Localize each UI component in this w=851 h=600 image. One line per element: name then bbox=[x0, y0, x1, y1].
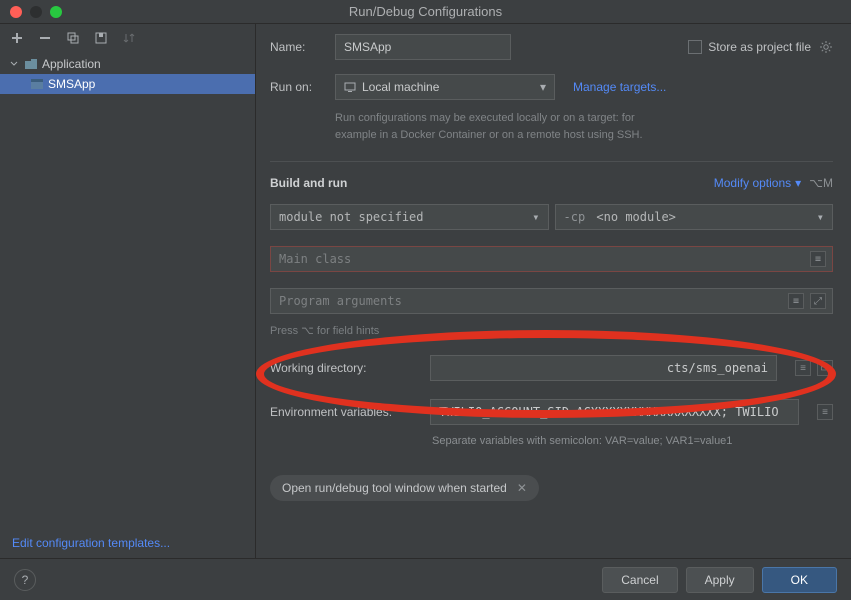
titlebar: Run/Debug Configurations bbox=[0, 0, 851, 24]
classpath-select[interactable]: -cp <no module> ▾ bbox=[555, 204, 834, 230]
program-args-field[interactable]: Program arguments ≡ ⤢ bbox=[270, 288, 833, 314]
sort-icon[interactable] bbox=[122, 31, 136, 45]
copy-icon[interactable] bbox=[66, 31, 80, 45]
modify-options-link[interactable]: Modify options ▾ bbox=[714, 176, 801, 190]
sidebar-bottom: Edit configuration templates... bbox=[0, 528, 255, 558]
folder-icon[interactable]: ▭ bbox=[817, 360, 833, 376]
bottom-bar: ? Cancel Apply OK bbox=[0, 558, 851, 600]
sidebar: Application SMSApp Edit configuration te… bbox=[0, 24, 256, 558]
add-icon[interactable] bbox=[10, 31, 24, 45]
chevron-down-icon: ▾ bbox=[532, 210, 539, 224]
working-dir-row: Working directory: cts/sms_openai ≡ ▭ bbox=[270, 355, 833, 381]
dialog-body: Application SMSApp Edit configuration te… bbox=[0, 24, 851, 558]
help-button[interactable]: ? bbox=[14, 569, 36, 591]
name-value: SMSApp bbox=[344, 40, 391, 54]
expand-icon[interactable]: ⤢ bbox=[810, 293, 826, 309]
divider bbox=[270, 161, 833, 162]
cancel-label: Cancel bbox=[621, 573, 658, 587]
config-tree: Application SMSApp bbox=[0, 52, 255, 528]
open-tool-window-chip[interactable]: Open run/debug tool window when started … bbox=[270, 475, 539, 501]
list-icon[interactable]: ≡ bbox=[810, 251, 826, 267]
run-on-help: Run configurations may be executed local… bbox=[335, 110, 833, 143]
store-project-file-checkbox[interactable]: Store as project file bbox=[688, 40, 833, 54]
ok-label: OK bbox=[791, 573, 808, 587]
build-run-title: Build and run bbox=[270, 176, 347, 190]
machine-icon bbox=[344, 81, 356, 93]
chevron-down-icon: ▾ bbox=[817, 210, 824, 224]
tree-item-smsapp[interactable]: SMSApp bbox=[0, 74, 255, 94]
modify-shortcut: ⌥M bbox=[809, 176, 833, 190]
chevron-down-icon: ▾ bbox=[540, 80, 546, 94]
chip-label: Open run/debug tool window when started bbox=[282, 481, 507, 495]
cancel-button[interactable]: Cancel bbox=[602, 567, 677, 593]
name-label: Name: bbox=[270, 40, 325, 54]
env-vars-label: Environment variables: bbox=[270, 405, 418, 419]
manage-targets-link[interactable]: Manage targets... bbox=[573, 80, 666, 94]
list-icon[interactable]: ≡ bbox=[795, 360, 811, 376]
close-icon[interactable]: ✕ bbox=[517, 481, 527, 495]
list-icon[interactable]: ≡ bbox=[817, 404, 833, 420]
run-on-select[interactable]: Local machine ▾ bbox=[335, 74, 555, 100]
cp-module: <no module> bbox=[596, 210, 675, 224]
window-title: Run/Debug Configurations bbox=[0, 4, 851, 19]
build-run-header: Build and run Modify options ▾ ⌥M bbox=[270, 176, 833, 190]
apply-label: Apply bbox=[705, 573, 735, 587]
main-class-field[interactable]: Main class ≡ bbox=[270, 246, 833, 272]
working-dir-label: Working directory: bbox=[270, 361, 418, 375]
env-hint: Separate variables with semicolon: VAR=v… bbox=[432, 435, 833, 447]
field-hints: Press ⌥ for field hints bbox=[270, 324, 833, 337]
sidebar-toolbar bbox=[0, 24, 255, 52]
module-cp-row: module not specified ▾ -cp <no module> ▾ bbox=[270, 204, 833, 230]
application-icon bbox=[30, 77, 44, 91]
save-icon[interactable] bbox=[94, 31, 108, 45]
cp-prefix: -cp bbox=[564, 210, 586, 224]
chevron-down-icon: ▾ bbox=[795, 176, 801, 190]
gear-icon[interactable] bbox=[819, 40, 833, 54]
application-folder-icon bbox=[24, 57, 38, 71]
name-input[interactable]: SMSApp bbox=[335, 34, 511, 60]
remove-icon[interactable] bbox=[38, 31, 52, 45]
run-on-label: Run on: bbox=[270, 80, 325, 94]
module-value: module not specified bbox=[279, 210, 424, 224]
working-dir-value: cts/sms_openai bbox=[667, 361, 768, 375]
module-select[interactable]: module not specified ▾ bbox=[270, 204, 549, 230]
run-on-row: Run on: Local machine ▾ Manage targets..… bbox=[270, 74, 833, 100]
env-vars-row: Environment variables: TWILIO_ACCOUNT_SI… bbox=[270, 399, 833, 425]
env-vars-value: TWILIO_ACCOUNT_SID=ACXXXXXXXXXXXXXXXXXX;… bbox=[439, 405, 779, 419]
apply-button[interactable]: Apply bbox=[686, 567, 754, 593]
edit-templates-link[interactable]: Edit configuration templates... bbox=[12, 536, 170, 550]
tree-root-label: Application bbox=[42, 57, 101, 71]
help-icon: ? bbox=[22, 573, 29, 587]
tree-root-application[interactable]: Application bbox=[0, 54, 255, 74]
main-panel: Name: SMSApp Store as project file Run o… bbox=[256, 24, 851, 558]
store-label: Store as project file bbox=[708, 40, 811, 54]
working-dir-field[interactable]: cts/sms_openai bbox=[430, 355, 777, 381]
main-class-placeholder: Main class bbox=[279, 252, 351, 266]
ok-button[interactable]: OK bbox=[762, 567, 837, 593]
env-vars-field[interactable]: TWILIO_ACCOUNT_SID=ACXXXXXXXXXXXXXXXXXX;… bbox=[430, 399, 799, 425]
program-args-placeholder: Program arguments bbox=[279, 294, 402, 308]
checkbox-icon bbox=[688, 40, 702, 54]
name-row: Name: SMSApp Store as project file bbox=[270, 34, 833, 60]
chevron-down-icon bbox=[10, 60, 20, 68]
run-on-value: Local machine bbox=[362, 80, 439, 94]
tree-item-label: SMSApp bbox=[48, 77, 95, 91]
list-icon[interactable]: ≡ bbox=[788, 293, 804, 309]
modify-options-label: Modify options bbox=[714, 176, 791, 190]
